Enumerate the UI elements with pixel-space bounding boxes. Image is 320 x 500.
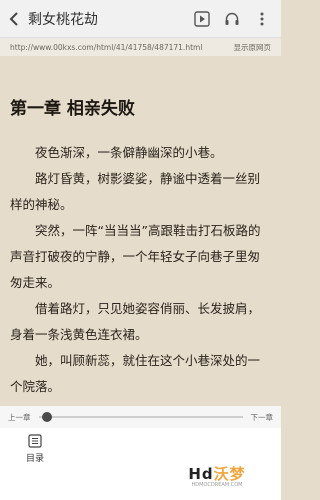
top-bar: 剩女桃花劫 <box>0 0 281 38</box>
watermark-text-b: 沃梦 <box>213 465 246 483</box>
play-icon[interactable] <box>193 10 211 28</box>
source-url: http://www.00kxs.com/html/41/41758/48717… <box>10 42 203 52</box>
paragraph: 夜色渐深，一条僻静幽深的小巷。 <box>35 145 223 160</box>
back-arrow-icon[interactable] <box>0 0 28 38</box>
paragraph: 她，叫顾新蕊，就住在这个小巷深处的一个院落。 <box>10 353 261 394</box>
next-chapter-button[interactable]: 下一章 <box>251 412 274 423</box>
list-icon <box>28 434 42 448</box>
progress-slider[interactable] <box>38 412 243 422</box>
chapter-title: 第一章 相亲失败 <box>10 99 135 119</box>
watermark-text-a: Hd <box>188 465 214 483</box>
prev-chapter-button[interactable]: 上一章 <box>8 412 31 423</box>
chapter-content: 夜色渐深，一条僻静幽深的小巷。 路灯昏黄，树影婆娑，静谧中透着一丝别样的神秘。 … <box>10 140 271 426</box>
watermark-subtext: HDMOCDREAM.COM <box>191 482 243 488</box>
slider-knob[interactable] <box>42 412 53 422</box>
book-title: 剩女桃花劫 <box>28 11 98 28</box>
more-icon[interactable] <box>253 10 271 28</box>
headphones-icon[interactable] <box>223 10 241 28</box>
source-url-row: http://www.00kxs.com/html/41/41758/48717… <box>0 38 281 56</box>
show-original-link[interactable]: 显示原网页 <box>234 42 272 53</box>
paragraph: 突然，一阵“当当当”高跟鞋击打石板路的声音打破夜的宁静，一个年轻女子向巷子里匆匆… <box>10 223 261 290</box>
watermark-logo: Hd沃梦 HDMOCDREAM.COM <box>182 463 252 493</box>
table-of-contents-button[interactable]: 目录 <box>0 428 70 464</box>
table-of-contents-label: 目录 <box>25 454 44 464</box>
slider-track <box>38 416 243 418</box>
paragraph: 借着路灯，只见她姿容俏丽、长发披肩，身着一条浅黄色连衣裙。 <box>10 301 261 342</box>
chapter-progress-row: 上一章 下一章 <box>0 406 281 428</box>
paragraph: 路灯昏黄，树影婆娑，静谧中透着一丝别样的神秘。 <box>10 171 261 212</box>
